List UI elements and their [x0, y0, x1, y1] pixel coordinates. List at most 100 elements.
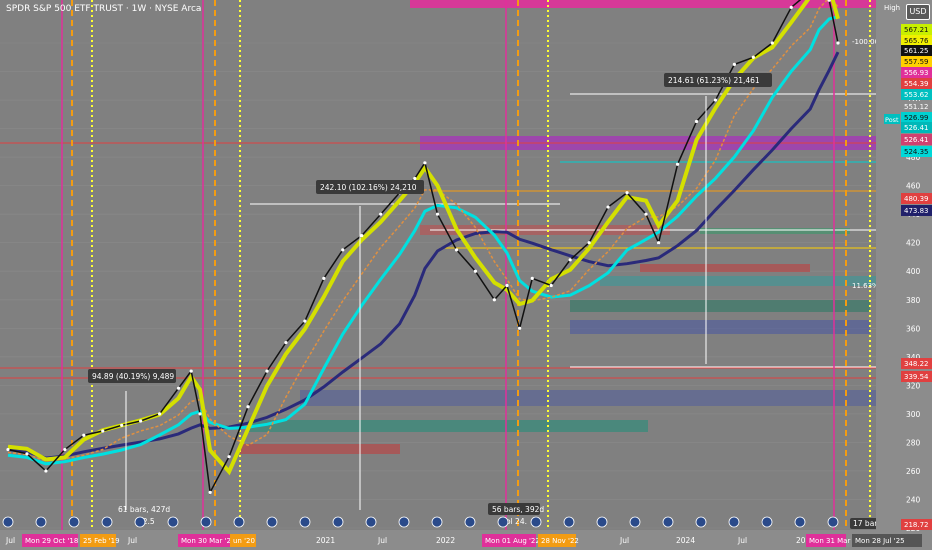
bars-label: ol 24. — [506, 517, 527, 526]
price-point — [625, 191, 629, 195]
dividend-marker[interactable] — [563, 516, 575, 528]
dividend-marker[interactable] — [827, 516, 839, 528]
price-tag-label: 526.41 — [904, 136, 929, 144]
price-tick-label: 240 — [906, 495, 921, 504]
dividend-marker[interactable] — [761, 516, 773, 528]
price-tag-label: 565.76 — [904, 37, 929, 45]
dividend-marker[interactable] — [530, 516, 542, 528]
dividend-marker[interactable] — [332, 516, 344, 528]
dividend-marker[interactable] — [662, 516, 674, 528]
price-point — [208, 490, 212, 494]
dividend-marker[interactable] — [464, 516, 476, 528]
price-point — [120, 423, 124, 427]
price-point — [473, 269, 478, 273]
price-point — [6, 447, 10, 452]
price-point — [44, 469, 48, 473]
date-tag-label: Mon 29 Oct '18 — [25, 537, 78, 545]
dividend-marker[interactable] — [431, 516, 443, 528]
dividend-marker[interactable] — [233, 516, 245, 528]
price-point — [751, 55, 755, 59]
price-point — [836, 41, 840, 45]
time-tick-label: Jul — [5, 536, 15, 545]
date-tag-label: 28 Nov '22 — [541, 537, 579, 545]
dividend-marker[interactable] — [101, 516, 113, 528]
price-tag-label: 339.54 — [904, 373, 929, 381]
price-point — [492, 298, 496, 302]
price-point — [139, 419, 143, 423]
price-point — [770, 41, 774, 45]
dividend-marker[interactable] — [35, 516, 47, 528]
zone-rect — [570, 300, 870, 312]
price-point — [227, 455, 231, 459]
price-point — [157, 412, 162, 416]
bars-label: 56 bars, 392d — [492, 505, 544, 514]
dividend-marker[interactable] — [596, 516, 608, 528]
measure-label: 214.61 (61.23%) 21,461 — [668, 76, 760, 85]
price-tag-label: 567.21 — [904, 26, 929, 34]
price-tick-label: 260 — [906, 467, 921, 476]
price-point — [694, 119, 699, 124]
price-tick-label: 280 — [906, 438, 921, 447]
dividend-marker[interactable] — [167, 516, 179, 528]
price-tick-label: 300 — [906, 410, 921, 419]
chart-app: 94.89 (40.19%) 9,489 242.10 (102.16%) 24,… — [0, 0, 932, 550]
price-point — [644, 212, 648, 216]
measure-label: 94.89 (40.19%) 9,489 — [92, 372, 174, 381]
price-tag-label: 526.99 — [904, 114, 929, 122]
date-tag-label: Mon 28 Jul '25 — [855, 537, 905, 545]
zone-rect — [700, 228, 850, 234]
dividend-marker[interactable] — [266, 516, 278, 528]
dividend-marker[interactable] — [2, 516, 14, 528]
price-point — [176, 386, 181, 390]
price-point — [82, 433, 86, 437]
price-point — [189, 369, 193, 373]
dividend-marker[interactable] — [728, 516, 740, 528]
price-point — [423, 161, 427, 165]
price-point — [675, 162, 680, 166]
symbol-title[interactable]: SPDR S&P 500 ETF TRUST · 1W · NYSE Arca — [6, 4, 201, 14]
price-point — [246, 405, 250, 409]
high-label: High — [884, 4, 900, 12]
price-point — [549, 283, 553, 288]
price-point — [505, 283, 509, 288]
price-chart[interactable]: 94.89 (40.19%) 9,489 242.10 (102.16%) 24,… — [0, 0, 932, 550]
price-tick-label: 320 — [906, 381, 921, 390]
price-point — [606, 205, 610, 209]
price-point — [379, 212, 383, 216]
dividend-marker[interactable] — [299, 516, 311, 528]
zone-rect — [410, 0, 880, 8]
price-tag-label: 561.25 — [904, 47, 929, 55]
price-tag-label: 526.41 — [904, 124, 929, 132]
price-tag-label: 348.22 — [904, 360, 929, 368]
price-point — [341, 248, 345, 252]
dividend-marker[interactable] — [365, 516, 377, 528]
date-tag-label: Mon 30 Mar '20 — [181, 537, 235, 545]
price-point — [63, 447, 67, 452]
dividend-marker[interactable] — [134, 516, 146, 528]
zone-rect — [640, 264, 810, 272]
dividend-marker[interactable] — [497, 516, 509, 528]
zone-rect — [570, 320, 870, 334]
dividend-marker[interactable] — [68, 516, 80, 528]
dividend-marker[interactable] — [695, 516, 707, 528]
time-tick-label: Jul — [377, 536, 387, 545]
price-point — [198, 412, 202, 416]
price-point — [322, 276, 326, 280]
dividend-marker[interactable] — [200, 516, 212, 528]
currency-button[interactable]: USD — [906, 4, 930, 20]
price-tick-label: 420 — [906, 239, 921, 248]
price-tick-label: 400 — [906, 267, 921, 276]
dividend-marker[interactable] — [629, 516, 641, 528]
price-tick-label: 380 — [906, 296, 921, 305]
price-point — [265, 369, 269, 373]
price-point — [101, 429, 105, 433]
dividend-marker[interactable] — [794, 516, 806, 528]
price-tag-label: 553.62 — [904, 91, 929, 99]
price-tag-label: 473.83 — [904, 207, 929, 215]
dividend-marker[interactable] — [398, 516, 410, 528]
price-point — [568, 258, 572, 262]
time-tick-label: 2021 — [316, 536, 335, 545]
date-tag-label: un '20 — [233, 537, 255, 545]
date-tag-label: Mon 01 Aug '22 — [485, 537, 540, 545]
price-tag-label: 556.93 — [904, 69, 929, 77]
